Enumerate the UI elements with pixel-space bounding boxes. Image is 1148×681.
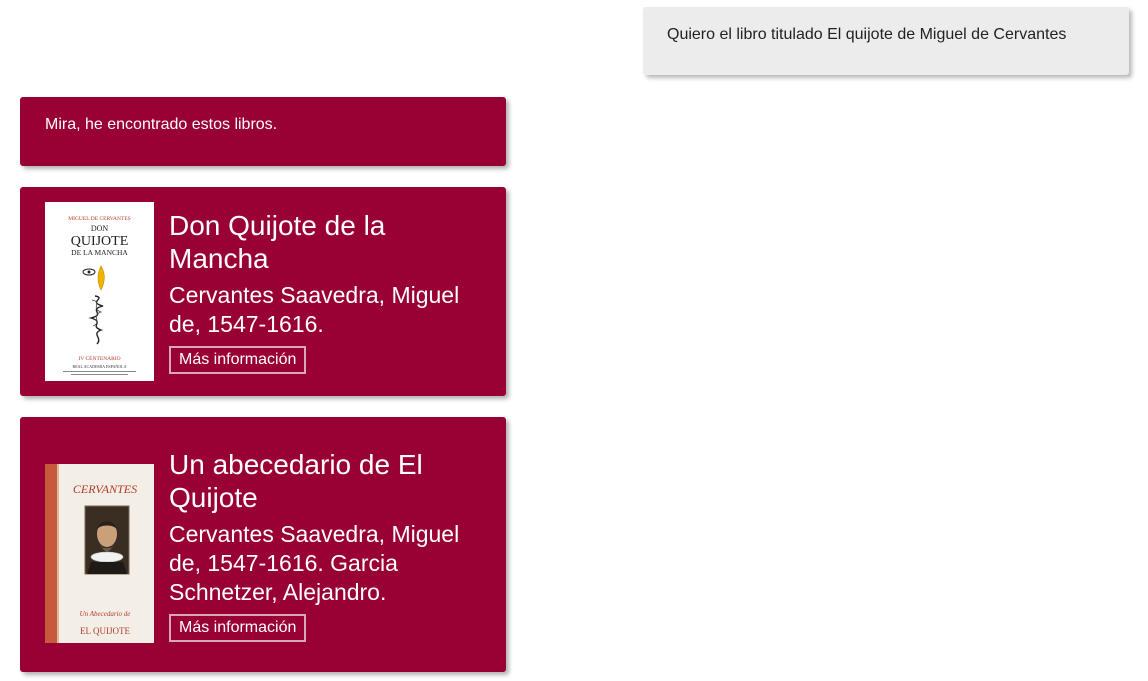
cover-bottom-line: EL QUIJOTE <box>80 626 130 636</box>
book-info: Don Quijote de la Mancha Cervantes Saave… <box>169 209 482 374</box>
cover-author-line: CERVANTES <box>73 482 137 496</box>
book-title: Don Quijote de la Mancha <box>169 210 386 274</box>
chat-conversation: Quiero el libro titulado El quijote de M… <box>0 0 1148 681</box>
more-info-button[interactable]: Más información <box>169 613 307 642</box>
user-message-bubble: Quiero el libro titulado El quijote de M… <box>643 7 1129 75</box>
book-title: Un abecedario de El Quijote <box>169 448 423 513</box>
user-message-text: Quiero el libro titulado El quijote de M… <box>667 26 1067 43</box>
cover-publisher-line: REAL ACADEMIA ESPAÑOLA <box>73 364 127 369</box>
more-info-button[interactable]: Más información <box>169 346 307 374</box>
book-info: Un abecedario de El Quijote Cervantes Sa… <box>169 448 482 642</box>
book-result-card: CERVANTES Un Abecedario de EL QUIJOTE Un… <box>20 417 506 672</box>
cover-author-line: MIGUEL DE CERVANTES <box>68 216 131 222</box>
book-author: Cervantes Saavedra, Miguel de, 1547-1616… <box>169 520 460 605</box>
bot-message-text: Mira, he encontrado estos libros. <box>45 116 278 133</box>
book-cover-illustration: MIGUEL DE CERVANTES DON QUIJOTE DE LA MA… <box>45 202 154 381</box>
cover-title-line: DE LA MANCHA <box>71 248 128 257</box>
bot-message-bubble: Mira, he encontrado estos libros. <box>20 97 506 166</box>
book-result-card: MIGUEL DE CERVANTES DON QUIJOTE DE LA MA… <box>20 187 506 396</box>
book-cover-image: MIGUEL DE CERVANTES DON QUIJOTE DE LA MA… <box>45 202 154 381</box>
cover-subtitle-script: Un Abecedario de <box>80 610 131 618</box>
cover-title-line: QUIJOTE <box>71 234 129 249</box>
cover-title-line: DON <box>91 224 109 233</box>
cover-edition-line: IV CENTENARIO <box>78 356 120 362</box>
book-cover-image: CERVANTES Un Abecedario de EL QUIJOTE <box>45 464 154 643</box>
book-cover-illustration: CERVANTES Un Abecedario de EL QUIJOTE <box>45 464 154 643</box>
book-author: Cervantes Saavedra, Miguel de, 1547-1616… <box>169 282 460 337</box>
